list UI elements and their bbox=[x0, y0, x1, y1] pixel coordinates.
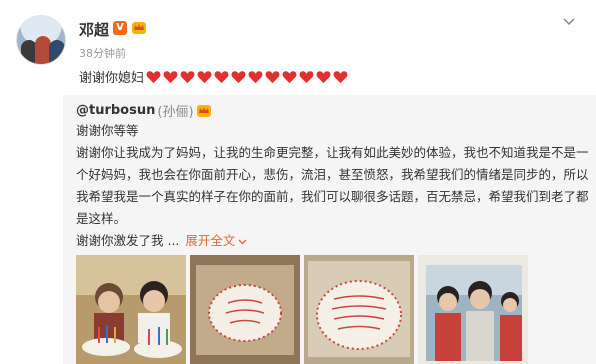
chevron-down-icon[interactable] bbox=[563, 18, 575, 26]
heart-icon bbox=[282, 70, 297, 83]
avatar-person bbox=[49, 40, 65, 64]
heart-icon bbox=[316, 70, 331, 83]
post-text-label: 谢谢你媳妇 bbox=[79, 71, 145, 86]
repost-last-line: 谢谢你激发了我 ... 展开全文 bbox=[76, 231, 247, 251]
birthday-cake-1-art bbox=[190, 255, 300, 364]
heart-icon bbox=[265, 70, 280, 83]
heart-icon bbox=[163, 70, 178, 83]
repost-line: 个好妈妈，我也会在你面前开心，悲伤，流泪，甚至愤怒，我希望我们的情绪是同步的，所… bbox=[76, 167, 589, 182]
family-photo-art bbox=[418, 255, 528, 364]
expand-link[interactable]: 展开全文 bbox=[185, 233, 247, 248]
post-text: 谢谢你媳妇 bbox=[79, 67, 350, 86]
heart-icon bbox=[214, 70, 229, 83]
crown-icon bbox=[196, 105, 211, 117]
verified-icon: V bbox=[113, 21, 127, 35]
family-photo[interactable] bbox=[418, 255, 528, 364]
username[interactable]: 邓超 bbox=[79, 19, 109, 40]
repost-line: 谢谢你激发了我 ... bbox=[76, 233, 180, 248]
childhood-photo-art bbox=[76, 255, 186, 364]
avatar[interactable] bbox=[16, 15, 66, 65]
repost-card[interactable]: @turbosun (孙俪) 谢谢你等等 谢谢你让我成为了妈妈，让我的生命更完整… bbox=[63, 95, 596, 364]
repost-line: 我希望我是一个真实的样子在你的面前，我们可以聊很多话题，百无禁忌，希望我们到老了… bbox=[76, 189, 589, 204]
heart-icon bbox=[180, 70, 195, 83]
birthday-cake-1[interactable] bbox=[190, 255, 300, 364]
heart-icon bbox=[231, 70, 246, 83]
heart-icon bbox=[197, 70, 212, 83]
heart-icon bbox=[248, 70, 263, 83]
heart-icon bbox=[146, 70, 161, 83]
birthday-cake-2[interactable] bbox=[304, 255, 414, 364]
timestamp[interactable]: 38分钟前 bbox=[79, 45, 126, 61]
repost-line: 谢谢你等等 bbox=[76, 123, 139, 138]
expand-label[interactable]: 展开全文 bbox=[185, 233, 235, 248]
childhood-photo[interactable] bbox=[76, 255, 186, 364]
repost-username[interactable]: @turbosun bbox=[76, 103, 155, 118]
birthday-cake-2-art bbox=[304, 255, 414, 364]
heart-icon bbox=[299, 70, 314, 83]
heart-icon bbox=[333, 70, 348, 83]
chevron-down-icon[interactable] bbox=[238, 239, 247, 245]
hearts bbox=[146, 70, 350, 84]
repost-line: 是这样。 bbox=[76, 211, 127, 226]
repost-realname: (孙俪) bbox=[157, 105, 194, 120]
crown-icon bbox=[132, 22, 146, 34]
repost-header: @turbosun (孙俪) bbox=[76, 101, 212, 120]
repost-line: 谢谢你让我成为了妈妈，让我的生命更完整，让我有如此美妙的体验，我也不知道我是不是… bbox=[76, 145, 589, 160]
